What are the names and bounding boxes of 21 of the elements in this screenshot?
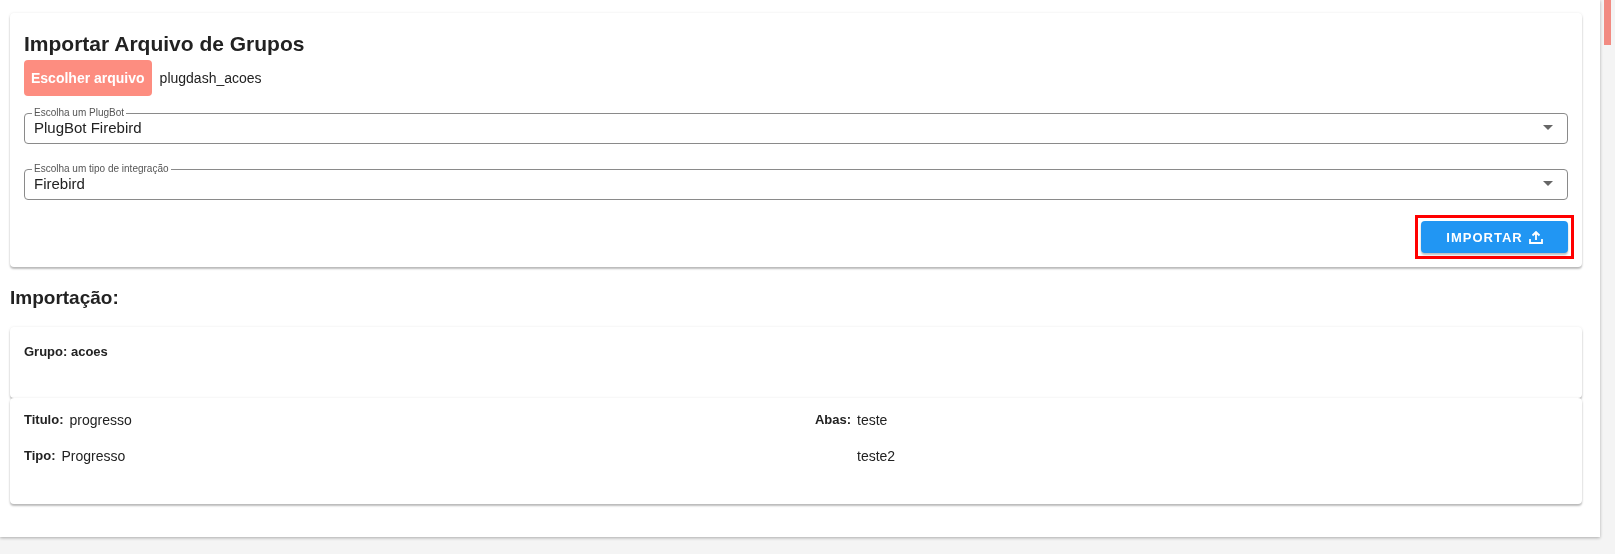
field-label: Titulo: — [24, 412, 64, 427]
dropdown-caret-icon — [1543, 125, 1553, 130]
dropdown-caret-icon — [1543, 181, 1553, 186]
page-title: Importar Arquivo de Grupos — [24, 32, 306, 56]
field-value: teste2 — [857, 448, 897, 466]
field-value: teste — [857, 412, 889, 430]
field-value: progresso — [69, 412, 132, 428]
select-value: PlugBot Firebird — [34, 119, 143, 136]
field-value: Progresso — [61, 448, 126, 464]
field-label: Abas: — [813, 412, 851, 429]
scrollbar-thumb[interactable] — [1604, 0, 1611, 45]
group-name: Grupo: acoes — [23, 343, 109, 361]
field-label: Escolha um tipo de integração — [33, 164, 170, 174]
section-title: Importação: — [10, 287, 120, 309]
select-value: Firebird — [34, 175, 86, 192]
select-field[interactable]: Escolha um PlugBot PlugBot Firebird — [24, 108, 1568, 144]
select-field[interactable]: Escolha um tipo de integração Firebird — [24, 164, 1568, 200]
upload-icon — [1528, 230, 1543, 244]
file-name: plugdash_acoes — [159, 70, 262, 86]
field-label: Tipo: — [24, 448, 56, 463]
field-label: Escolha um PlugBot — [33, 108, 126, 118]
